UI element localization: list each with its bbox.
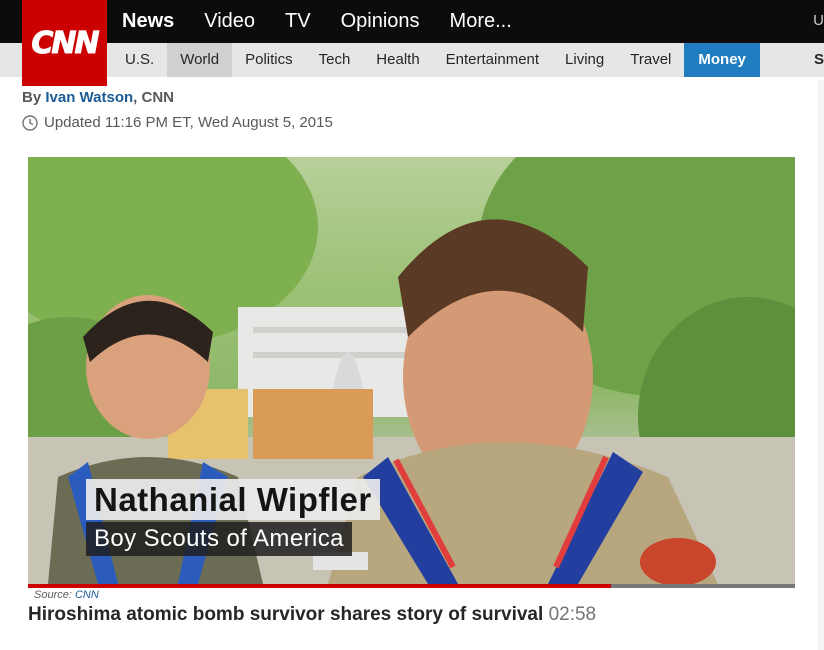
byline: By Ivan Watson, CNN [22,89,174,106]
logo-text: CNN [31,25,100,61]
section-money[interactable]: Money [684,43,760,77]
video-caption[interactable]: Hiroshima atomic bomb survivor shares st… [28,604,596,626]
video-progress-fill [28,584,611,588]
section-tech[interactable]: Tech [306,43,364,77]
nav-opinions[interactable]: Opinions [341,0,420,43]
primary-nav: News Video TV Opinions More... [112,0,542,43]
video-source: Source: CNN [34,589,99,601]
nav-edge-cutoff[interactable]: U [813,12,824,29]
nav-video[interactable]: Video [204,0,255,43]
right-rail-edge [818,80,824,650]
video-caption-title: Hiroshima atomic bomb survivor shares st… [28,604,544,625]
section-health[interactable]: Health [363,43,432,77]
nav-news[interactable]: News [122,0,174,43]
video-player[interactable]: Nathanial Wipfler Boy Scouts of America [28,157,795,584]
nav-tv[interactable]: TV [285,0,311,43]
section-politics[interactable]: Politics [232,43,306,77]
section-travel[interactable]: Travel [617,43,684,77]
byline-suffix: , CNN [133,89,174,106]
clock-icon [22,114,38,131]
updated-text: Updated 11:16 PM ET, Wed August 5, 2015 [44,114,333,131]
section-us[interactable]: U.S. [112,43,167,77]
video-progress-bar[interactable] [28,584,795,588]
source-label: Source: [34,589,72,601]
source-value: CNN [74,589,99,601]
lower-third-title: Boy Scouts of America [86,522,352,556]
lower-third: Nathanial Wipfler Boy Scouts of America [86,479,380,556]
section-nav-bar: U.S. World Politics Tech Health Entertai… [0,43,824,77]
top-nav-bar: News Video TV Opinions More... U [0,0,824,43]
lower-third-name: Nathanial Wipfler [86,479,380,520]
byline-prefix: By [22,89,42,106]
section-living[interactable]: Living [552,43,617,77]
section-world[interactable]: World [167,43,233,77]
section-nav: U.S. World Politics Tech Health Entertai… [112,43,760,77]
video-duration: 02:58 [548,604,597,625]
updated-timestamp: Updated 11:16 PM ET, Wed August 5, 2015 [22,114,333,131]
nav-more[interactable]: More... [450,0,512,43]
section-edge-cutoff[interactable]: S [814,51,824,68]
section-entertainment[interactable]: Entertainment [433,43,552,77]
author-link[interactable]: Ivan Watson [45,89,133,106]
cnn-logo[interactable]: CNN [22,0,107,86]
